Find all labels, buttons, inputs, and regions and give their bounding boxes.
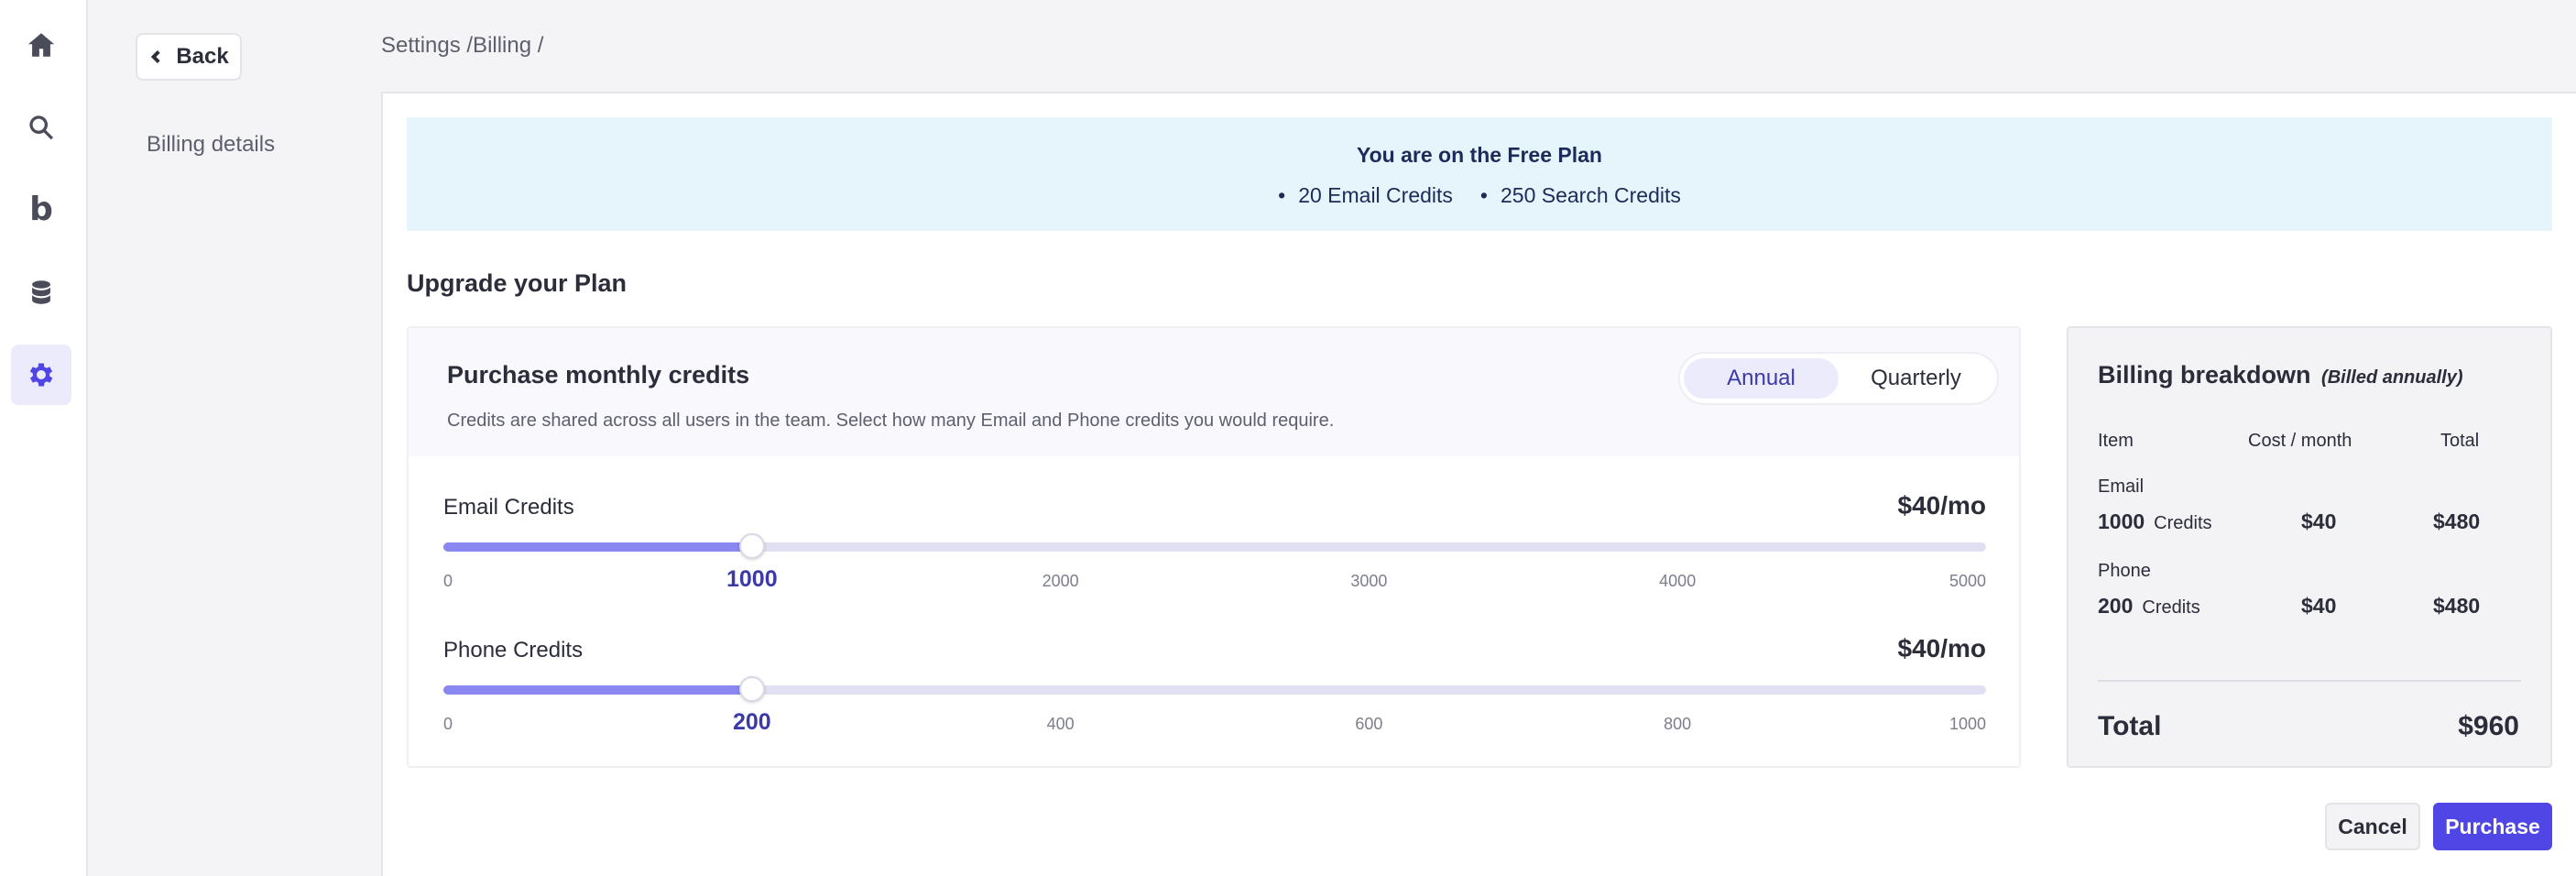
icon-rail: b [0, 0, 88, 876]
current-plan-banner: You are on the Free Plan 20 Email Credit… [407, 117, 2552, 231]
purchase-credits-title: Purchase monthly credits [447, 361, 750, 389]
brand-b-icon: b [29, 191, 53, 228]
phone-credits-price: $40/mo [1897, 634, 1987, 662]
breakdown-total-value: $960 [2458, 711, 2519, 741]
cancel-button[interactable]: Cancel [2325, 803, 2420, 850]
purchase-credits-header: Purchase monthly credits Credits are sha… [409, 328, 2019, 456]
email-tick-label: 3000 [1350, 572, 1388, 590]
email-credits-price: $40/mo [1897, 491, 1987, 520]
plan-feature-item: 20 Email Credits [1278, 183, 1453, 208]
brand-nav-button[interactable]: b [11, 180, 71, 240]
gear-icon [29, 363, 53, 387]
column-header-cost: Cost / month [2248, 431, 2352, 451]
billing-panel: You are on the Free Plan 20 Email Credit… [381, 92, 2576, 876]
phone-credits-slider-handle[interactable] [738, 676, 765, 702]
breakdown-row-item: Email [2098, 476, 2145, 497]
phone-credits-label: Phone Credits [443, 638, 584, 662]
breakdown-row-total: $480 [2433, 594, 2481, 618]
breakdown-total-label: Total [2098, 711, 2162, 741]
current-plan-features: 20 Email Credits 250 Search Credits [407, 183, 2552, 208]
breakdown-row-cost: $40 [2301, 594, 2337, 618]
column-header-item: Item [2098, 431, 2134, 451]
toggle-quarterly[interactable]: Quarterly [1839, 358, 1993, 399]
back-button-label: Back [176, 44, 229, 69]
breakdown-row-cost: $40 [2301, 509, 2337, 533]
purchase-credits-description: Credits are shared across all users in t… [447, 411, 1335, 431]
email-credits-slider-fill [443, 542, 752, 552]
email-tick-label: 4000 [1659, 572, 1697, 590]
purchase-button[interactable]: Purchase [2433, 803, 2552, 850]
phone-tick-label: 200 [732, 709, 771, 735]
subnav-item-billing-details[interactable]: Billing details [147, 132, 275, 158]
email-credits-slider-handle[interactable] [738, 533, 765, 559]
billing-breakdown-card: Billing breakdown (Billed annually) Item… [2067, 326, 2552, 768]
toggle-annual[interactable]: Annual [1684, 358, 1839, 399]
breakdown-qty-unit: Credits [2142, 597, 2200, 618]
phone-tick-label: 0 [443, 715, 453, 733]
email-tick-label: 0 [443, 572, 453, 590]
breakdown-row-total: $480 [2433, 509, 2481, 533]
billing-breakdown-title: Billing breakdown (Billed annually) [2098, 361, 2463, 389]
email-tick-label: 5000 [1948, 572, 1986, 590]
breakdown-qty-unit: Credits [2154, 513, 2212, 533]
settings-nav-button[interactable] [11, 345, 71, 405]
back-button[interactable]: Back [136, 33, 242, 81]
email-tick-label: 1000 [726, 566, 778, 592]
breadcrumb: Settings /Billing / [381, 33, 544, 58]
billing-breakdown-heading: Billing breakdown [2098, 361, 2311, 389]
chevron-left-icon [151, 49, 160, 64]
email-credits-slider[interactable] [443, 533, 1986, 559]
home-icon [27, 33, 55, 57]
phone-tick-label: 1000 [1948, 715, 1986, 733]
breakdown-row-quantity: 200 Credits [2098, 594, 2200, 619]
upgrade-plan-heading: Upgrade your Plan [407, 269, 628, 297]
phone-tick-label: 800 [1664, 715, 1692, 733]
search-nav-button[interactable] [11, 97, 71, 158]
email-credits-label: Email Credits [443, 495, 574, 520]
phone-tick-label: 400 [1046, 715, 1075, 733]
phone-credits-slider-fill [443, 685, 752, 695]
phone-tick-label: 600 [1355, 715, 1383, 733]
breakdown-qty-value: 1000 [2098, 509, 2145, 533]
database-icon [32, 280, 50, 304]
breakdown-divider [2098, 680, 2521, 682]
email-tick-label: 2000 [1042, 572, 1079, 590]
database-nav-button[interactable] [11, 262, 71, 323]
home-nav-button[interactable] [11, 15, 71, 75]
billing-breakdown-note: (Billed annually) [2321, 367, 2463, 388]
phone-credits-slider[interactable] [443, 676, 1986, 702]
plan-feature-item: 250 Search Credits [1480, 183, 1681, 208]
breakdown-qty-value: 200 [2098, 594, 2134, 618]
breakdown-row-quantity: 1000 Credits [2098, 509, 2212, 534]
current-plan-title: You are on the Free Plan [1357, 143, 1602, 167]
breakdown-row-item: Phone [2098, 561, 2151, 581]
search-icon [29, 115, 54, 140]
purchase-credits-card: Purchase monthly credits Credits are sha… [407, 326, 2021, 768]
billing-period-toggle: Annual Quarterly [1678, 352, 1999, 405]
settings-subnav: Back Billing details [88, 0, 379, 876]
column-header-total: Total [2440, 431, 2480, 451]
